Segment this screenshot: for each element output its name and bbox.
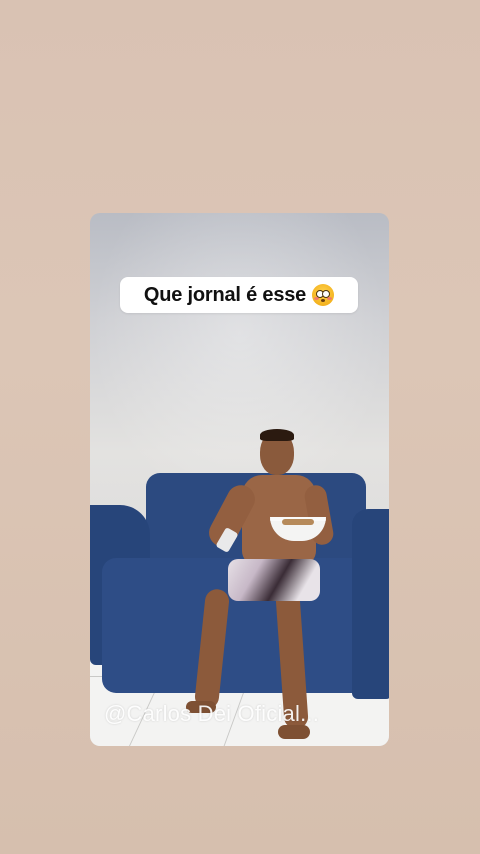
emoji-cheek bbox=[314, 297, 320, 300]
story-media-card[interactable]: Que jornal é esse @Carlos Dei Oficial... bbox=[90, 213, 389, 746]
bowl-food bbox=[282, 519, 314, 525]
flushed-emoji-icon bbox=[312, 284, 335, 306]
person-hair bbox=[260, 429, 294, 441]
emoji-cheek bbox=[327, 297, 333, 300]
caption-sticker[interactable]: Que jornal é esse bbox=[120, 277, 358, 313]
caption-text: Que jornal é esse bbox=[143, 283, 307, 306]
person-shorts bbox=[228, 559, 320, 601]
wall-background bbox=[90, 213, 389, 513]
watermark-username: @Carlos Dei Oficial... bbox=[104, 701, 320, 726]
sofa-right-arm bbox=[352, 509, 389, 699]
emoji-mouth bbox=[321, 299, 326, 302]
person-right-foot bbox=[278, 725, 310, 739]
